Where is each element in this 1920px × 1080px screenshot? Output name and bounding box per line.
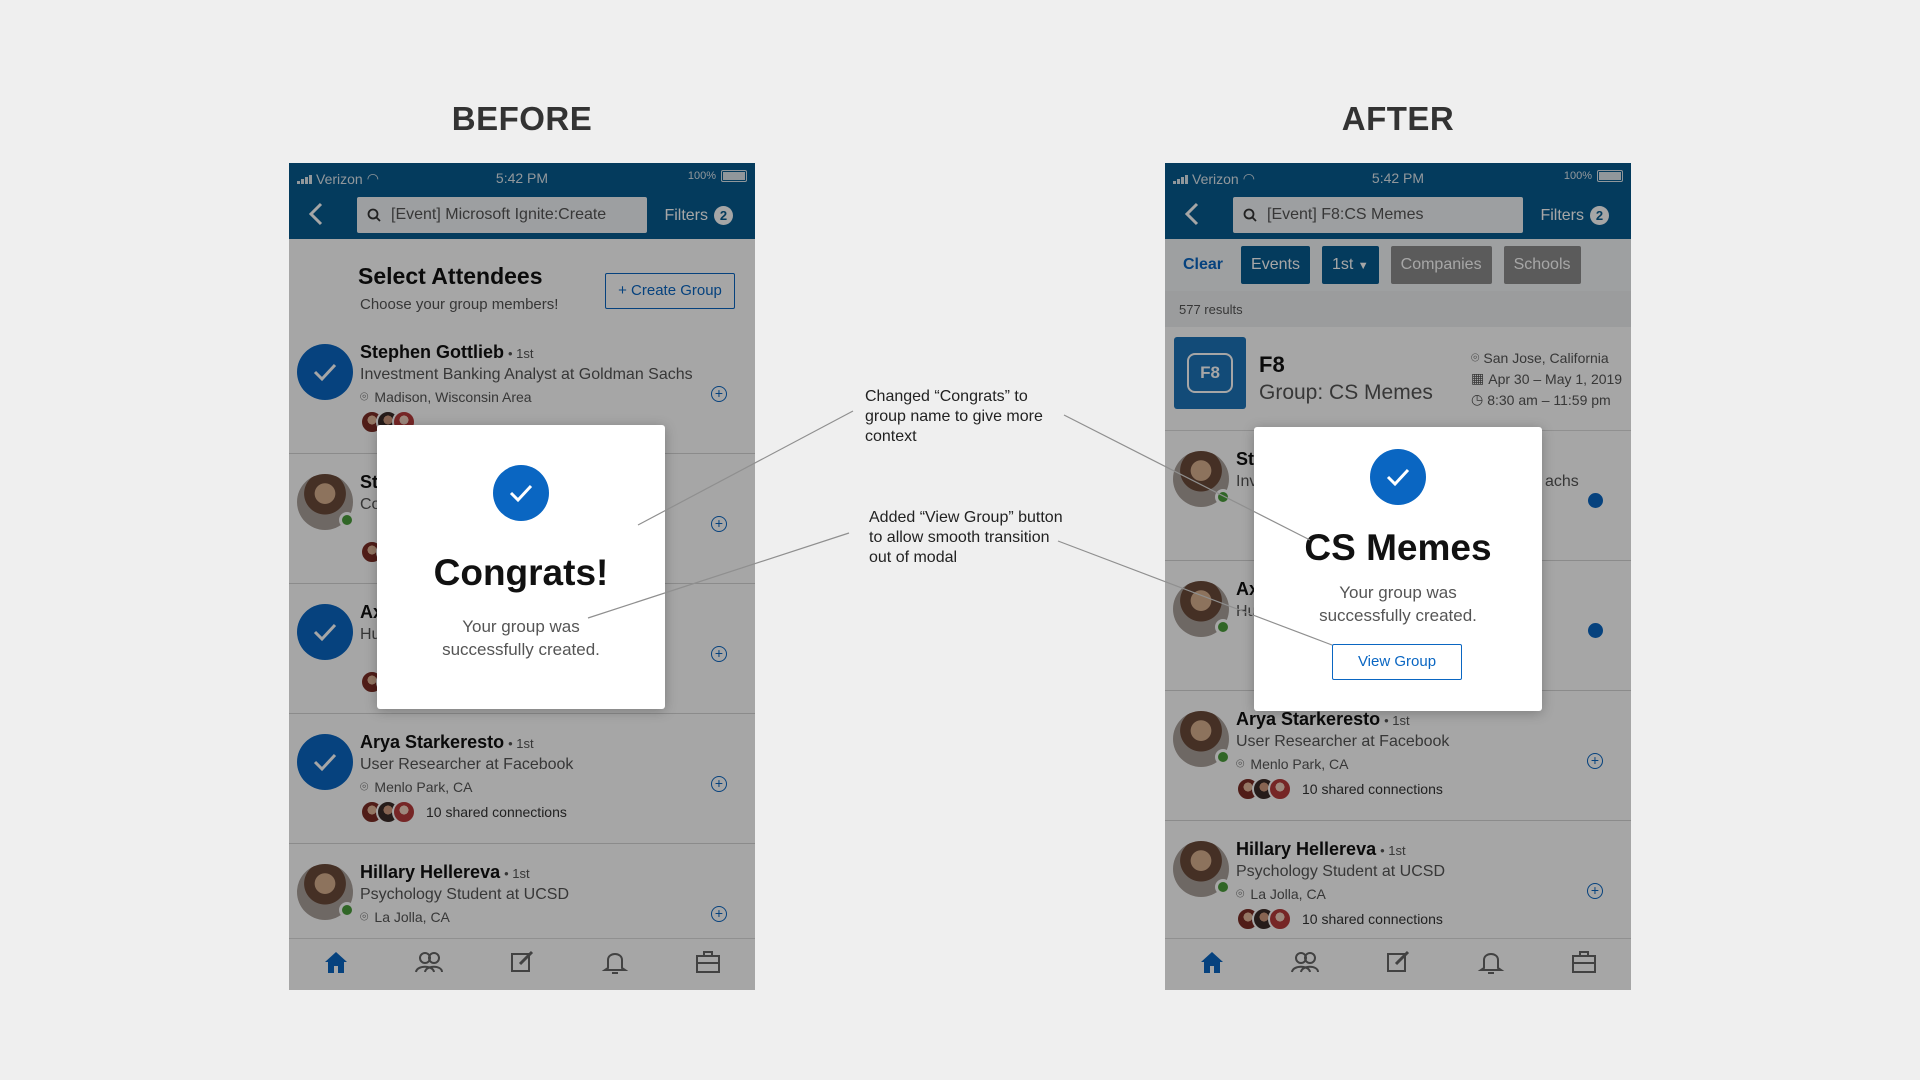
- after-phone: Verizon ◠ 5:42 PM 100% [Event] F8:CS Mem…: [1165, 163, 1631, 990]
- modal-title: Congrats!: [433, 552, 609, 593]
- success-check-icon: [493, 465, 549, 521]
- annotation-view-group: Added “View Group” button to allow smoot…: [869, 509, 1063, 566]
- success-modal: CS Memes Your group was successfully cre…: [1254, 427, 1542, 711]
- success-modal: Congrats! Your group was successfully cr…: [377, 425, 665, 709]
- before-heading: BEFORE: [451, 100, 593, 137]
- after-heading: AFTER: [1341, 100, 1455, 137]
- modal-message: Your group was successfully created.: [442, 617, 600, 659]
- annotation-group-name: Changed “Congrats” to group name to give…: [865, 388, 1043, 445]
- view-group-button[interactable]: View Group: [1332, 644, 1462, 680]
- modal-title: CS Memes: [1304, 527, 1492, 568]
- before-phone: Verizon ◠ 5:42 PM 100% [Event] Microsoft…: [289, 163, 755, 990]
- success-check-icon: [1370, 449, 1426, 505]
- modal-message: Your group was successfully created.: [1319, 583, 1477, 625]
